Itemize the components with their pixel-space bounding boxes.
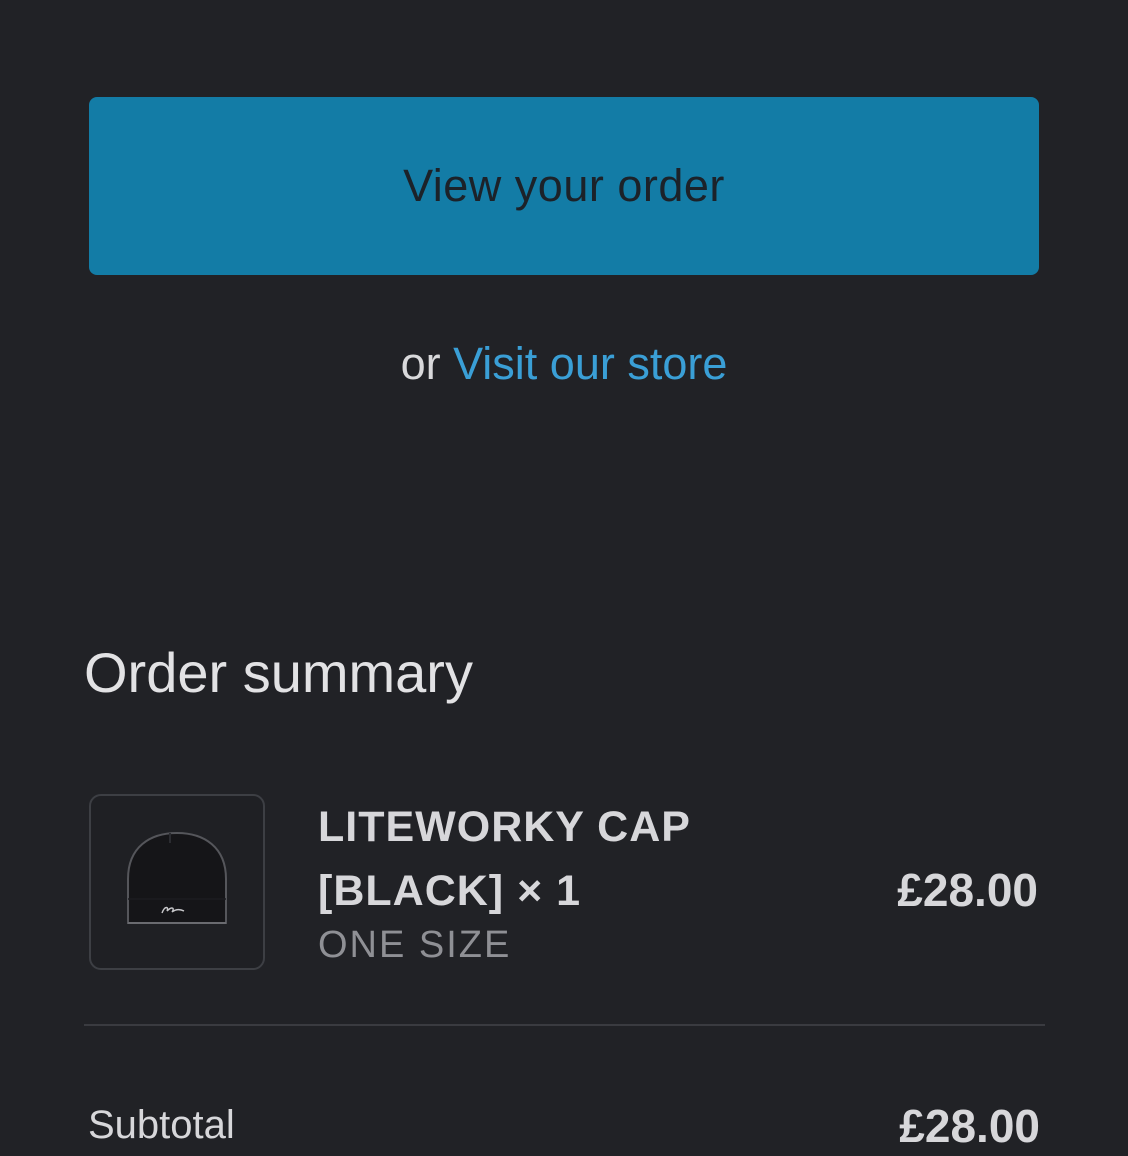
product-variant: ONE SIZE (318, 924, 512, 966)
subtotal-value: £28.00 (899, 1100, 1040, 1152)
order-item-details: LITEWORKY CAP [BLACK] × 1 ONE SIZE (318, 795, 838, 969)
view-order-label: View your order (403, 160, 725, 211)
beanie-icon (127, 831, 227, 924)
subtotal-label: Subtotal (88, 1103, 235, 1147)
product-thumbnail (89, 794, 265, 970)
product-price: £28.00 (897, 864, 1038, 916)
summary-divider (84, 1024, 1045, 1026)
product-name: LITEWORKY CAP [BLACK] × 1 (318, 803, 691, 915)
order-summary-title: Order summary (84, 641, 473, 704)
visit-store-link[interactable]: Visit our store (453, 338, 727, 389)
visit-store-line: or Visit our store (0, 336, 1128, 392)
or-text: or (400, 338, 441, 389)
view-order-button[interactable]: View your order (89, 97, 1039, 275)
